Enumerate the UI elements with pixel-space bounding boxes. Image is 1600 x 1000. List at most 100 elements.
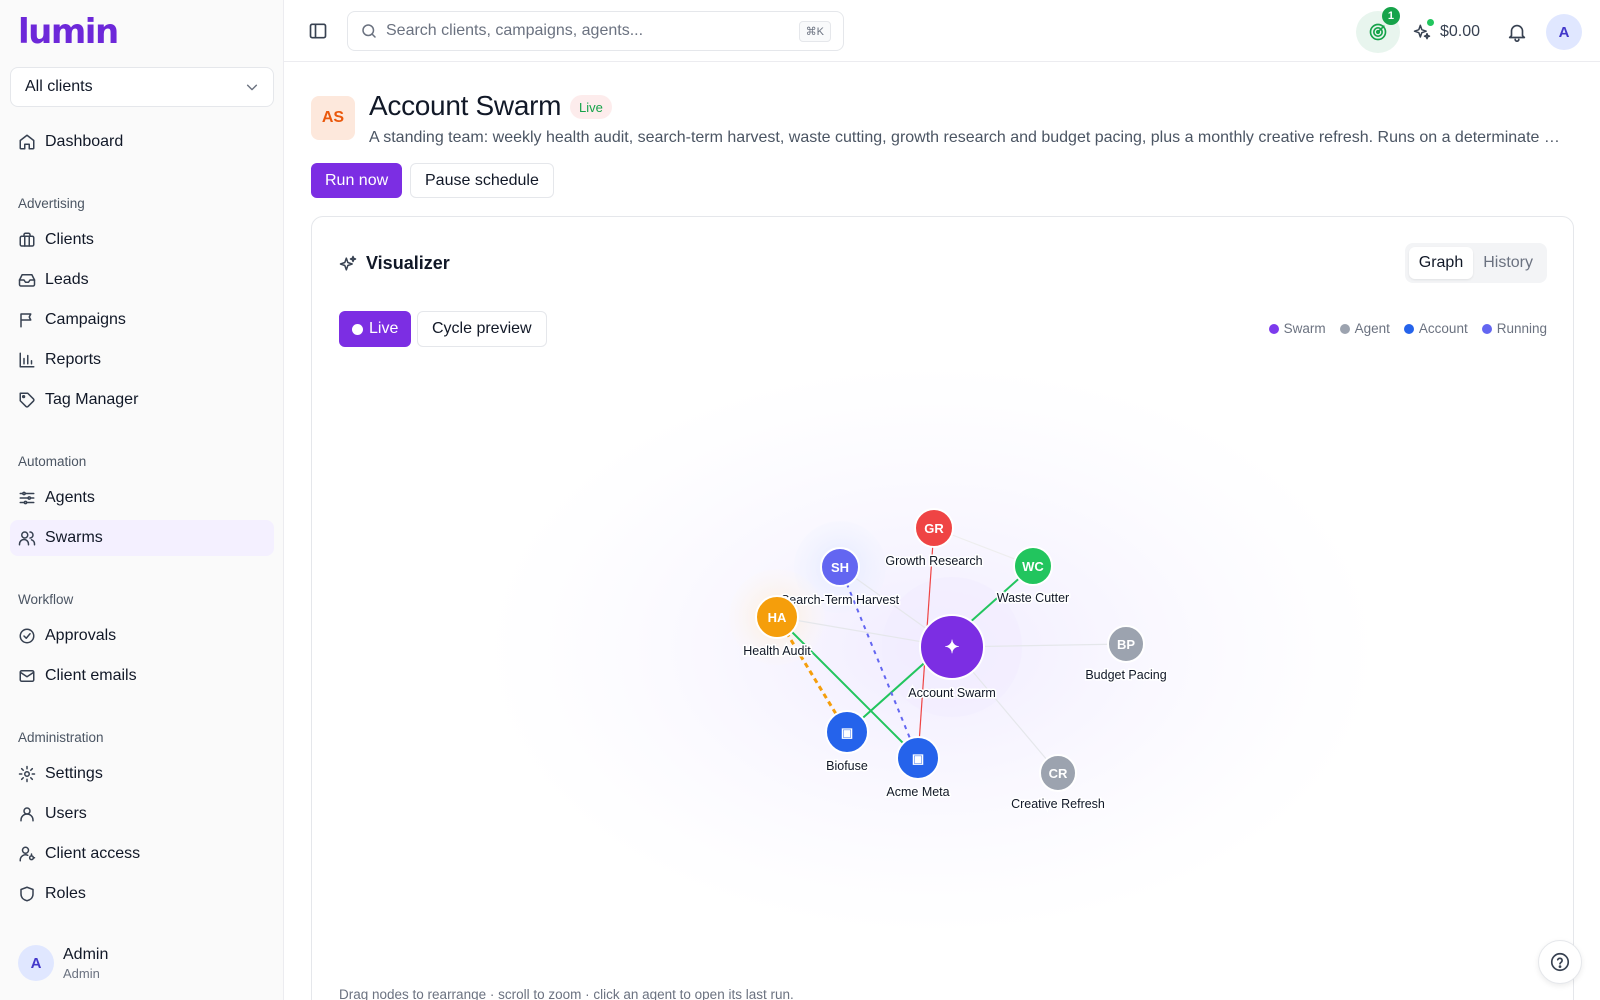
avatar[interactable]: A xyxy=(1546,14,1582,50)
graph-node-biofuse[interactable]: ▣ Biofuse xyxy=(825,710,869,775)
page-title: Account Swarm xyxy=(369,90,562,121)
check-circle-icon xyxy=(18,627,36,645)
sidebar-item-clients[interactable]: Clients xyxy=(10,222,274,258)
briefcase-icon xyxy=(18,231,36,249)
sliders-icon xyxy=(18,489,36,507)
shield-icon xyxy=(18,885,36,903)
usage-cost[interactable]: $0.00 xyxy=(1412,19,1480,42)
section-administration: Administration xyxy=(18,730,104,745)
sidebar-item-client-access[interactable]: Client access xyxy=(10,836,274,872)
pause-schedule-button[interactable]: Pause schedule xyxy=(410,163,554,198)
legend-label: Running xyxy=(1496,321,1547,336)
goals-button[interactable]: 1 xyxy=(1355,7,1400,53)
sidebar-item-agents[interactable]: Agents xyxy=(10,480,274,516)
gear-icon xyxy=(18,765,36,783)
sidebar-item-label: Settings xyxy=(45,765,103,782)
client-select-value: All clients xyxy=(25,78,93,95)
sidebar-item-label: Dashboard xyxy=(45,133,124,150)
tab-history[interactable]: History xyxy=(1473,247,1543,279)
section-workflow: Workflow xyxy=(18,592,74,607)
node-initials: HA xyxy=(768,610,787,625)
legend-item-agent: Agent xyxy=(1339,321,1390,336)
sidebar-item-leads[interactable]: Leads xyxy=(10,262,274,298)
sidebar-item-campaigns[interactable]: Campaigns xyxy=(10,302,274,338)
node-initials: SH xyxy=(831,560,849,575)
node-label: Health Audit xyxy=(743,644,811,658)
user-role: Admin xyxy=(63,965,100,981)
sidebar-item-users[interactable]: Users xyxy=(10,796,274,832)
sidebar-item-label: Reports xyxy=(45,351,102,368)
sidebar-item-tag-manager[interactable]: Tag Manager xyxy=(10,382,274,418)
user-icon xyxy=(18,805,36,823)
sparkles-icon xyxy=(338,254,358,274)
search-icon xyxy=(362,24,376,38)
legend-label: Swarm xyxy=(1283,321,1326,336)
chevron-down-icon xyxy=(246,84,258,91)
node-label: Acme Meta xyxy=(886,785,949,799)
sidebar-item-label: Leads xyxy=(45,271,89,288)
sidebar: lumin All clients Dashboard Advertising … xyxy=(0,0,284,1000)
sidebar-item-approvals[interactable]: Approvals xyxy=(10,618,274,654)
sidebar-item-label: Tag Manager xyxy=(45,391,139,408)
live-dot-icon xyxy=(352,323,363,335)
sidebar-item-label: Roles xyxy=(45,885,86,902)
global-search[interactable]: ⌘K xyxy=(347,11,844,51)
status-badge: Live xyxy=(570,95,612,119)
sidebar-item-label: Clients xyxy=(45,231,94,248)
legend-item-swarm: Swarm xyxy=(1268,321,1326,336)
legend-dot xyxy=(1339,323,1350,334)
logo-text: lumin xyxy=(18,12,119,52)
target-icon xyxy=(1369,23,1387,41)
node-label: Biofuse xyxy=(826,759,868,773)
run-now-button[interactable]: Run now xyxy=(311,163,403,198)
node-initials: CR xyxy=(1049,766,1068,781)
sidebar-item-swarms[interactable]: Swarms xyxy=(10,520,274,556)
node-glyph-icon: ▣ xyxy=(841,725,853,740)
users-icon xyxy=(18,529,36,547)
legend-dot xyxy=(1403,323,1414,334)
notification-count-badge: 1 xyxy=(1381,7,1400,25)
graph-legend: Swarm Agent Account Running xyxy=(1255,321,1547,336)
sidebar-item-label: Campaigns xyxy=(45,311,126,328)
sidebar-item-roles[interactable]: Roles xyxy=(10,876,274,912)
bar-chart-icon xyxy=(18,351,36,369)
search-input[interactable] xyxy=(386,22,799,40)
client-select[interactable]: All clients xyxy=(10,67,274,107)
bell-icon[interactable] xyxy=(1506,21,1528,43)
sidebar-item-dashboard[interactable]: Dashboard xyxy=(10,124,274,160)
tab-graph[interactable]: Graph xyxy=(1408,247,1474,279)
view-toggle: Graph History xyxy=(1404,243,1547,283)
sidebar-item-label: Agents xyxy=(45,489,95,506)
current-user[interactable]: A Admin Admin xyxy=(18,945,108,981)
node-label: Waste Cutter xyxy=(997,591,1069,605)
legend-label: Account xyxy=(1418,321,1468,336)
status-dot xyxy=(1426,19,1434,26)
swarm-avatar: AS xyxy=(311,96,355,140)
cycle-preview-button[interactable]: Cycle preview xyxy=(417,311,547,347)
sidebar-item-label: Swarms xyxy=(45,529,103,546)
sidebar-item-label: Client access xyxy=(45,845,141,862)
legend-dot xyxy=(1268,323,1279,334)
flag-icon xyxy=(18,311,36,329)
sidebar-item-client-emails[interactable]: Client emails xyxy=(10,658,274,694)
sidebar-toggle-icon[interactable] xyxy=(308,21,328,41)
node-initials: BP xyxy=(1117,637,1135,652)
node-initials: GR xyxy=(924,521,944,536)
swarm-graph[interactable]: ✦ Account Swarm GR Growth Research SH Search-… xyxy=(312,352,1573,942)
lumin-logo[interactable]: lumin xyxy=(18,12,119,52)
legend-item-running: Running xyxy=(1481,321,1547,336)
user-key-icon xyxy=(18,845,36,863)
legend-label: Agent xyxy=(1354,321,1390,336)
sidebar-item-settings[interactable]: Settings xyxy=(10,756,274,792)
live-mode-button[interactable]: Live xyxy=(339,311,412,347)
legend-item-account: Account xyxy=(1403,321,1468,336)
swarm-description: A standing team: weekly health audit, se… xyxy=(369,129,1565,146)
section-advertising: Advertising xyxy=(18,196,85,211)
help-button[interactable] xyxy=(1538,940,1582,984)
section-automation: Automation xyxy=(18,454,87,469)
sidebar-item-label: Approvals xyxy=(45,627,117,644)
topbar: ⌘K 1 $0.00 A xyxy=(284,0,1600,62)
visualizer-heading: Visualizer xyxy=(338,253,450,274)
sidebar-item-reports[interactable]: Reports xyxy=(10,342,274,378)
graph-hint: Drag nodes to rearrange · scroll to zoom… xyxy=(339,987,794,1000)
